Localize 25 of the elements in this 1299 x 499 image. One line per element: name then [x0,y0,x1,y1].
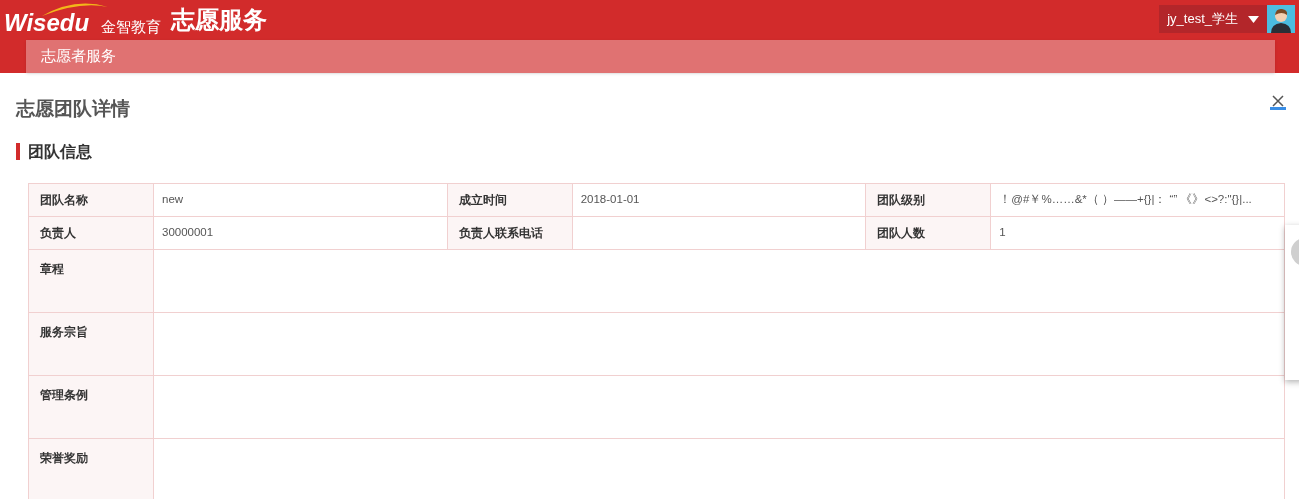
logo: Wisedu [4,11,90,35]
field-label: 成立时间 [458,191,507,209]
field-label: 团队人数 [877,224,926,242]
section-title: 团队信息 [28,141,92,162]
caret-icon [1248,15,1259,23]
field-value: new [162,191,184,207]
field-value: 30000001 [162,224,214,240]
field-label: 负责人 [40,224,76,242]
field-label: 章程 [40,261,64,276]
user-menu-button[interactable]: jy_test_学生 [1159,5,1267,33]
close-icon [1272,95,1284,107]
avatar-icon[interactable] [1267,5,1295,33]
page-title: 志愿团队详情 [16,97,130,121]
field-label: 荣誉奖励 [40,450,88,465]
field-value: 2018-01-01 [580,191,640,207]
field-label: 管理条例 [40,387,88,402]
close-button[interactable] [1270,95,1286,110]
field-label: 团队名称 [40,191,88,209]
field-value: 1 [999,224,1006,240]
field-value: ！@#￥%……&*（ ）——+{}|： “” 《》<>?:"{}|... [999,191,1252,207]
app-title: 志愿服务 [171,8,268,32]
field-label: 负责人联系电话 [458,224,543,242]
logo-subtitle: 金智教育 [101,19,162,34]
field-label: 服务宗旨 [40,324,88,339]
field-label: 团队级别 [877,191,926,209]
